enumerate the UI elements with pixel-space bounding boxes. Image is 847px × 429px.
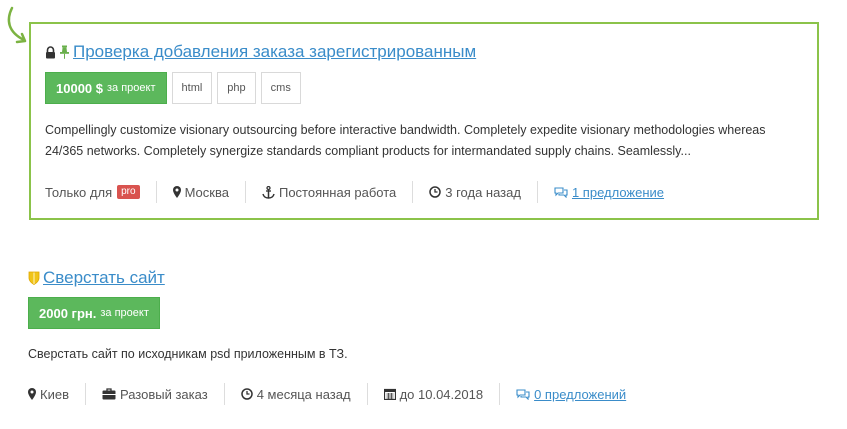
project-title-link[interactable]: Проверка добавления заказа зарегистриров… — [73, 42, 476, 62]
meta-divider — [223, 383, 225, 405]
meta-divider — [412, 181, 414, 203]
location-text: Киев — [40, 386, 69, 402]
posted-text: 4 месяца назад — [256, 386, 351, 402]
location-item: Москва — [172, 181, 229, 203]
lock-icon — [45, 45, 56, 59]
offers-item[interactable]: 0 предложений — [516, 383, 626, 405]
project-description: Сверстать сайт по исходникам psd приложе… — [28, 347, 348, 361]
project-tags: 2000 грн. за проект — [28, 297, 160, 329]
posted-item: 3 года назад — [429, 181, 521, 203]
meta-divider — [155, 181, 157, 203]
price-badge: 2000 грн. за проект — [28, 297, 160, 329]
project-meta: Киев Разовый заказ 4 месяца назад до 10.… — [28, 382, 626, 406]
pro-only-item: Только для pro — [45, 181, 140, 203]
calendar-icon — [383, 388, 396, 400]
project-title-row: Проверка добавления заказа зарегистриров… — [45, 42, 476, 62]
offers-link[interactable]: 1 предложение — [572, 185, 664, 200]
map-marker-icon — [28, 388, 36, 400]
map-marker-icon — [172, 186, 181, 198]
only-for-label: Только для — [45, 184, 113, 200]
project-description: Compellingly customize visionary outsour… — [45, 123, 766, 158]
work-type-text: Разовый заказ — [119, 386, 208, 402]
skill-tag-php[interactable]: php — [217, 72, 256, 104]
deadline-item: до 10.04.2018 — [383, 383, 484, 405]
project-tags: 10000 $ за проект html php cms — [45, 72, 301, 104]
project-meta: Только для pro Москва Постоянная работа — [45, 180, 664, 204]
price-badge: 10000 $ за проект — [45, 72, 167, 104]
pro-badge: pro — [117, 185, 140, 199]
price-unit: за проект — [100, 307, 149, 319]
meta-divider — [536, 181, 538, 203]
price-amount: 10000 $ — [56, 80, 103, 96]
work-type-item: Постоянная работа — [262, 181, 396, 203]
deadline-text: до 10.04.2018 — [399, 386, 484, 402]
price-amount: 2000 грн. — [39, 305, 97, 321]
pin-icon — [59, 45, 70, 59]
offers-item[interactable]: 1 предложение — [554, 181, 664, 203]
meta-divider — [499, 383, 501, 405]
skill-tag-html[interactable]: html — [171, 72, 213, 104]
project-title-link[interactable]: Сверстать сайт — [43, 268, 165, 288]
clock-icon — [429, 186, 441, 198]
project-card: Сверстать сайт 2000 грн. за проект Сверс… — [28, 262, 818, 422]
location-text: Москва — [184, 184, 229, 200]
posted-item: 4 месяца назад — [240, 383, 351, 405]
meta-divider — [84, 383, 86, 405]
skill-tag-cms[interactable]: cms — [260, 72, 301, 104]
comments-icon — [554, 186, 568, 198]
offers-link[interactable]: 0 предложений — [534, 387, 626, 402]
meta-divider — [366, 383, 368, 405]
work-type-text: Постоянная работа — [278, 184, 397, 200]
posted-text: 3 года назад — [445, 184, 521, 200]
work-type-item: Разовый заказ — [102, 383, 208, 405]
price-unit: за проект — [107, 82, 156, 94]
meta-divider — [244, 181, 246, 203]
comments-icon — [516, 388, 530, 400]
clock-icon — [240, 388, 253, 400]
shield-icon — [28, 271, 40, 285]
project-card-featured: Проверка добавления заказа зарегистриров… — [29, 22, 819, 220]
anchor-icon — [262, 185, 275, 199]
curved-arrow-icon — [7, 6, 27, 44]
briefcase-icon — [102, 388, 116, 400]
project-title-row: Сверстать сайт — [28, 268, 165, 288]
location-item: Киев — [28, 383, 69, 405]
